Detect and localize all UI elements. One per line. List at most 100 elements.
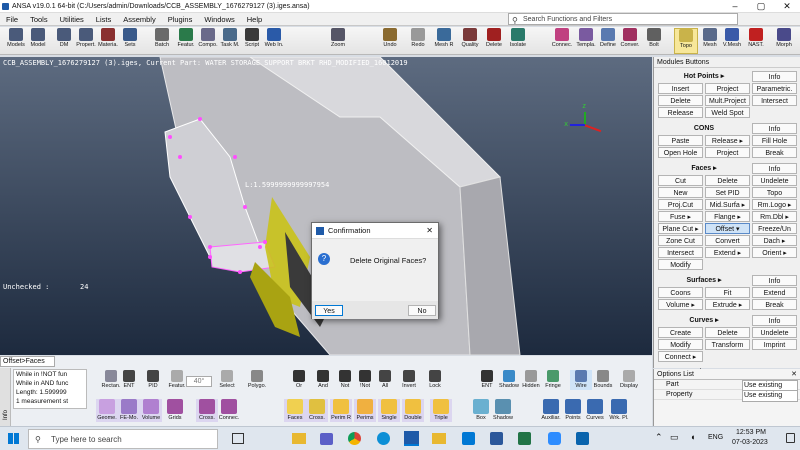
faces-offset-button[interactable]: Offset ▾ [705,223,750,234]
volume-icon[interactable]: ◖ [690,432,695,442]
notification-icon[interactable] [786,433,795,443]
filter-wire-button[interactable]: Wire [570,370,592,390]
outlook-icon[interactable] [576,432,589,445]
entity-triple-button[interactable]: Triple [430,399,452,422]
info-side-tab[interactable]: Info [0,368,11,426]
hotpoints-parametric-button[interactable]: Parametric. [752,83,797,94]
faces-delete-button[interactable]: Delete [705,175,750,186]
network-icon[interactable]: ▭ [670,432,679,443]
cons-break-button[interactable]: Break [752,147,797,158]
filter-fringe-button[interactable]: Fringe [542,370,564,390]
entity-geome-button[interactable]: Geome. [96,399,118,422]
surfaces-extrude-button[interactable]: Extrude ▸ [705,299,750,310]
entity-grids-button[interactable]: Grids [164,399,186,422]
filter-ent-button[interactable]: ENT [476,370,498,390]
entity-cross-button[interactable]: Cross. [196,399,218,422]
yes-button[interactable]: Yes [315,305,343,316]
section-faces[interactable]: Faces ▸ [658,163,750,174]
toolbar-v-mesh-button[interactable]: V.Mesh [720,28,744,54]
entity-double-button[interactable]: Double [402,399,424,422]
edge-icon[interactable] [377,432,390,445]
toolbar-connec-button[interactable]: Connec. [550,28,574,54]
cons-project-button[interactable]: Project [705,147,750,158]
faces-rm-dbl-button[interactable]: Rm.Dbl ▸ [752,211,797,222]
toolbar-define-button[interactable]: Define [596,28,620,54]
options-row[interactable]: Property Use existing [654,390,800,402]
toolbar-zoom-button[interactable]: Zoom [326,28,350,54]
curves-create-button[interactable]: Create [658,327,703,338]
search-input[interactable]: ⚲ Search Functions and Filters [508,13,738,25]
hotpoints-project-button[interactable]: Project [705,83,750,94]
filter-ent-button[interactable]: ENT [118,370,140,390]
maximize-button[interactable]: ▢ [748,0,774,13]
entity-points-button[interactable]: Points [562,399,584,422]
faces-proj-cut-button[interactable]: Proj.Cut [658,199,703,210]
language-indicator[interactable]: ENG [708,434,723,441]
faces-modify-button[interactable]: Modify [658,259,703,270]
options-close-icon[interactable]: ✕ [791,369,797,380]
menu-windows[interactable]: Windows [198,13,240,26]
menu-lists[interactable]: Lists [90,13,117,26]
surfaces-volume-button[interactable]: Volume ▸ [658,299,703,310]
hotpoints-delete-button[interactable]: Delete [658,95,703,106]
filter-select-button[interactable]: Select [216,370,238,390]
hotpoints-insert-button[interactable]: Insert [658,83,703,94]
filter-!not-button[interactable]: !Not [354,370,376,390]
toolbar-batch-button[interactable]: Batch [150,28,174,54]
toolbar-propert-button[interactable]: Propert. [74,28,98,54]
toolbar-topo-button[interactable]: Topo [674,28,698,54]
teams-icon[interactable] [320,433,333,445]
curves-info-button[interactable]: Info [752,315,797,326]
word-icon[interactable] [490,432,503,445]
toolbar-materia-button[interactable]: Materia. [96,28,120,54]
toolbar-script-button[interactable]: Script [240,28,264,54]
filter-shadow-button[interactable]: Shadow [498,370,520,390]
folder-icon[interactable] [432,433,446,444]
toolbar-quality-button[interactable]: Quality [458,28,482,54]
minimize-button[interactable]: – [722,0,748,13]
curves-transform-button[interactable]: Transform [705,339,750,350]
surfaces-info-button[interactable]: Info [752,275,797,286]
toolbar-morph-button[interactable]: Morph [772,28,796,54]
entity-single-button[interactable]: Single [378,399,400,422]
entity-connec-button[interactable]: Connec. [218,399,240,422]
cons-fill-hole-button[interactable]: Fill Hole [752,135,797,146]
faces-info-button[interactable]: Info [752,163,797,174]
entity-perim-r-button[interactable]: Perim R [330,399,352,422]
faces-mid-surfa-button[interactable]: Mid.Surfa ▸ [705,199,750,210]
faces-rm-logo-button[interactable]: Rm.Logo ▸ [752,199,797,210]
toolbar-isolate-button[interactable]: Isolate [506,28,530,54]
curves-undelete-button[interactable]: Undelete [752,327,797,338]
toolbar-web-in-button[interactable]: Web In. [262,28,286,54]
filter-all-button[interactable]: All [374,370,396,390]
clock-date[interactable]: 07-03-2023 [732,439,768,446]
faces-flange-button[interactable]: Flange ▸ [705,211,750,222]
menu-assembly[interactable]: Assembly [117,13,162,26]
hotpoints-mult-project-button[interactable]: Mult.Project [705,95,750,106]
entity-faces-button[interactable]: Faces [284,399,306,422]
entity-wrk-pl-button[interactable]: Wrk. Pl. [608,399,630,422]
menu-plugins[interactable]: Plugins [162,13,199,26]
entity-perims-button[interactable]: Perims [354,399,376,422]
filter-invert-button[interactable]: Invert [398,370,420,390]
close-button[interactable]: ✕ [774,0,800,13]
faces-topo-button[interactable]: Topo [752,187,797,198]
curves-imprint-button[interactable]: Imprint [752,339,797,350]
filter-not-button[interactable]: Not [334,370,356,390]
filter-and-button[interactable]: And [312,370,334,390]
menu-file[interactable]: File [0,13,24,26]
faces-convert-button[interactable]: Convert [705,235,750,246]
no-button[interactable]: No [408,305,436,316]
hotpoints-info-button[interactable]: Info [752,71,797,82]
faces-new-button[interactable]: New [658,187,703,198]
toolbar-templa-button[interactable]: Templa. [574,28,598,54]
filter-lock-button[interactable]: Lock [424,370,446,390]
hotpoints-intersect-button[interactable]: Intersect [752,95,797,106]
toolbar-nast-button[interactable]: NAST. [744,28,768,54]
faces-set-pid-button[interactable]: Set PID [705,187,750,198]
menu-tools[interactable]: Tools [24,13,54,26]
task-view-icon[interactable] [232,433,244,444]
entity-box-button[interactable]: Box [470,399,492,422]
surfaces-fit-button[interactable]: Fit [705,287,750,298]
surfaces-coons-button[interactable]: Coons [658,287,703,298]
